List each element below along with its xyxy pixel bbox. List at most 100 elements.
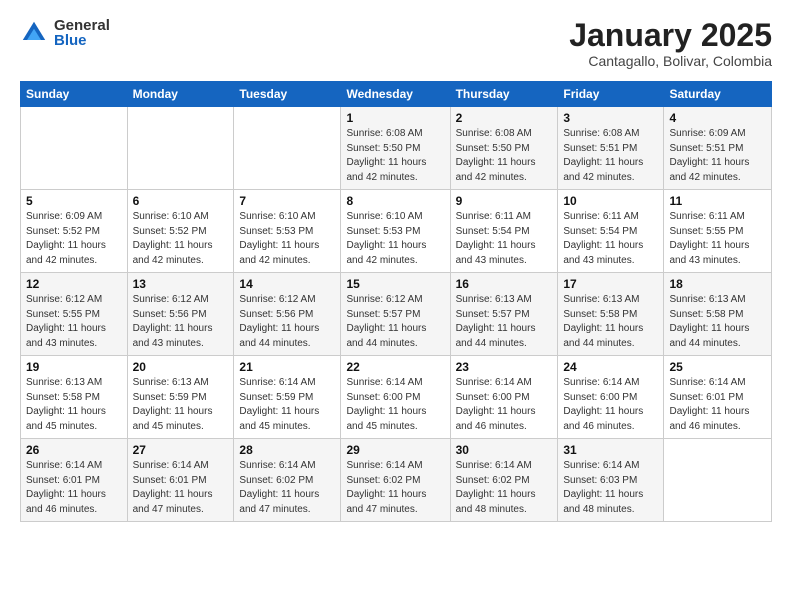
header-cell-friday: Friday bbox=[558, 82, 664, 107]
day-info: Sunrise: 6:14 AM Sunset: 6:00 PM Dayligh… bbox=[346, 376, 444, 434]
day-number: 4 bbox=[669, 111, 766, 125]
day-cell: 12 Sunrise: 6:12 AM Sunset: 5:55 PM Dayli… bbox=[21, 273, 128, 356]
day-info: Sunrise: 6:13 AM Sunset: 5:57 PM Dayligh… bbox=[456, 293, 553, 351]
day-info: Sunrise: 6:09 AM Sunset: 5:51 PM Dayligh… bbox=[669, 127, 766, 185]
day-cell: 9Sunrise: 6:11 AM Sunset: 5:54 PM Daylig… bbox=[450, 190, 558, 273]
week-row-5: 26 Sunrise: 6:14 AM Sunset: 6:01 PM Dayli… bbox=[21, 439, 772, 522]
day-info: Sunrise: 6:10 AM Sunset: 5:53 PM Dayligh… bbox=[239, 210, 335, 268]
day-info: Sunrise: 6:12 AM Sunset: 5:56 PM Dayligh… bbox=[133, 293, 229, 351]
day-info: Sunrise: 6:14 AM Sunset: 5:59 PM Dayligh… bbox=[239, 376, 335, 434]
day-number: 16 bbox=[456, 277, 553, 291]
day-info: Sunrise: 6:14 AM Sunset: 6:02 PM Dayligh… bbox=[456, 459, 553, 517]
day-number: 12 bbox=[26, 277, 122, 291]
day-cell bbox=[127, 107, 234, 190]
day-info: Sunrise: 6:14 AM Sunset: 6:01 PM Dayligh… bbox=[133, 459, 229, 517]
day-number: 6 bbox=[133, 194, 229, 208]
day-number: 3 bbox=[563, 111, 658, 125]
day-info: Sunrise: 6:12 AM Sunset: 5:55 PM Dayligh… bbox=[26, 293, 122, 351]
day-number: 7 bbox=[239, 194, 335, 208]
day-number: 21 bbox=[239, 360, 335, 374]
day-number: 17 bbox=[563, 277, 658, 291]
day-cell: 14 Sunrise: 6:12 AM Sunset: 5:56 PM Dayli… bbox=[234, 273, 341, 356]
location: Cantagallo, Bolivar, Colombia bbox=[569, 53, 772, 69]
day-number: 8 bbox=[346, 194, 444, 208]
day-info: Sunrise: 6:14 AM Sunset: 6:03 PM Dayligh… bbox=[563, 459, 658, 517]
day-cell: 4 Sunrise: 6:09 AM Sunset: 5:51 PM Daylig… bbox=[664, 107, 772, 190]
day-number: 2 bbox=[456, 111, 553, 125]
day-cell: 26 Sunrise: 6:14 AM Sunset: 6:01 PM Dayli… bbox=[21, 439, 128, 522]
day-number: 30 bbox=[456, 443, 553, 457]
week-row-3: 12 Sunrise: 6:12 AM Sunset: 5:55 PM Dayli… bbox=[21, 273, 772, 356]
day-info: Sunrise: 6:12 AM Sunset: 5:57 PM Dayligh… bbox=[346, 293, 444, 351]
day-cell: 25Sunrise: 6:14 AM Sunset: 6:01 PM Dayli… bbox=[664, 356, 772, 439]
day-info: Sunrise: 6:08 AM Sunset: 5:50 PM Dayligh… bbox=[346, 127, 444, 185]
day-cell: 13 Sunrise: 6:12 AM Sunset: 5:56 PM Dayli… bbox=[127, 273, 234, 356]
day-cell: 10Sunrise: 6:11 AM Sunset: 5:54 PM Dayli… bbox=[558, 190, 664, 273]
day-number: 31 bbox=[563, 443, 658, 457]
week-row-1: 1 Sunrise: 6:08 AM Sunset: 5:50 PM Daylig… bbox=[21, 107, 772, 190]
day-cell bbox=[664, 439, 772, 522]
day-cell: 29Sunrise: 6:14 AM Sunset: 6:02 PM Dayli… bbox=[341, 439, 450, 522]
day-cell: 23Sunrise: 6:14 AM Sunset: 6:00 PM Dayli… bbox=[450, 356, 558, 439]
day-info: Sunrise: 6:14 AM Sunset: 6:00 PM Dayligh… bbox=[456, 376, 553, 434]
day-number: 15 bbox=[346, 277, 444, 291]
day-cell bbox=[234, 107, 341, 190]
day-cell: 2 Sunrise: 6:08 AM Sunset: 5:50 PM Daylig… bbox=[450, 107, 558, 190]
day-info: Sunrise: 6:09 AM Sunset: 5:52 PM Dayligh… bbox=[26, 210, 122, 268]
day-info: Sunrise: 6:13 AM Sunset: 5:58 PM Dayligh… bbox=[669, 293, 766, 351]
day-cell: 1 Sunrise: 6:08 AM Sunset: 5:50 PM Daylig… bbox=[341, 107, 450, 190]
day-info: Sunrise: 6:14 AM Sunset: 6:01 PM Dayligh… bbox=[26, 459, 122, 517]
logo-general-text: General bbox=[54, 18, 110, 33]
day-cell: 3 Sunrise: 6:08 AM Sunset: 5:51 PM Daylig… bbox=[558, 107, 664, 190]
day-cell: 8 Sunrise: 6:10 AM Sunset: 5:53 PM Daylig… bbox=[341, 190, 450, 273]
day-cell: 15 Sunrise: 6:12 AM Sunset: 5:57 PM Dayli… bbox=[341, 273, 450, 356]
header-cell-thursday: Thursday bbox=[450, 82, 558, 107]
day-number: 13 bbox=[133, 277, 229, 291]
title-block: January 2025 Cantagallo, Bolivar, Colomb… bbox=[569, 18, 772, 69]
day-info: Sunrise: 6:14 AM Sunset: 6:02 PM Dayligh… bbox=[239, 459, 335, 517]
day-cell: 5 Sunrise: 6:09 AM Sunset: 5:52 PM Daylig… bbox=[21, 190, 128, 273]
day-number: 14 bbox=[239, 277, 335, 291]
day-info: Sunrise: 6:10 AM Sunset: 5:53 PM Dayligh… bbox=[346, 210, 444, 268]
day-number: 11 bbox=[669, 194, 766, 208]
page: General Blue January 2025 Cantagallo, Bo… bbox=[0, 0, 792, 612]
day-number: 20 bbox=[133, 360, 229, 374]
day-number: 19 bbox=[26, 360, 122, 374]
day-cell: 27 Sunrise: 6:14 AM Sunset: 6:01 PM Dayli… bbox=[127, 439, 234, 522]
day-cell: 16 Sunrise: 6:13 AM Sunset: 5:57 PM Dayli… bbox=[450, 273, 558, 356]
day-info: Sunrise: 6:08 AM Sunset: 5:50 PM Dayligh… bbox=[456, 127, 553, 185]
day-info: Sunrise: 6:08 AM Sunset: 5:51 PM Dayligh… bbox=[563, 127, 658, 185]
day-number: 25 bbox=[669, 360, 766, 374]
day-number: 9 bbox=[456, 194, 553, 208]
day-cell: 11Sunrise: 6:11 AM Sunset: 5:55 PM Dayli… bbox=[664, 190, 772, 273]
header: General Blue January 2025 Cantagallo, Bo… bbox=[20, 18, 772, 69]
day-cell: 20Sunrise: 6:13 AM Sunset: 5:59 PM Dayli… bbox=[127, 356, 234, 439]
day-number: 28 bbox=[239, 443, 335, 457]
header-cell-sunday: Sunday bbox=[21, 82, 128, 107]
day-cell: 22Sunrise: 6:14 AM Sunset: 6:00 PM Dayli… bbox=[341, 356, 450, 439]
logo-text: General Blue bbox=[54, 18, 110, 48]
day-cell: 18 Sunrise: 6:13 AM Sunset: 5:58 PM Dayli… bbox=[664, 273, 772, 356]
day-number: 27 bbox=[133, 443, 229, 457]
header-cell-monday: Monday bbox=[127, 82, 234, 107]
day-number: 18 bbox=[669, 277, 766, 291]
day-number: 1 bbox=[346, 111, 444, 125]
day-cell: 24 Sunrise: 6:14 AM Sunset: 6:00 PM Dayli… bbox=[558, 356, 664, 439]
day-info: Sunrise: 6:10 AM Sunset: 5:52 PM Dayligh… bbox=[133, 210, 229, 268]
day-number: 26 bbox=[26, 443, 122, 457]
day-info: Sunrise: 6:14 AM Sunset: 6:02 PM Dayligh… bbox=[346, 459, 444, 517]
header-cell-wednesday: Wednesday bbox=[341, 82, 450, 107]
day-number: 5 bbox=[26, 194, 122, 208]
day-info: Sunrise: 6:14 AM Sunset: 6:00 PM Dayligh… bbox=[563, 376, 658, 434]
header-row: SundayMondayTuesdayWednesdayThursdayFrid… bbox=[21, 82, 772, 107]
day-cell: 31 Sunrise: 6:14 AM Sunset: 6:03 PM Dayli… bbox=[558, 439, 664, 522]
month-title: January 2025 bbox=[569, 18, 772, 53]
day-cell: 30 Sunrise: 6:14 AM Sunset: 6:02 PM Dayli… bbox=[450, 439, 558, 522]
day-cell: 6 Sunrise: 6:10 AM Sunset: 5:52 PM Daylig… bbox=[127, 190, 234, 273]
week-row-2: 5 Sunrise: 6:09 AM Sunset: 5:52 PM Daylig… bbox=[21, 190, 772, 273]
day-info: Sunrise: 6:13 AM Sunset: 5:58 PM Dayligh… bbox=[563, 293, 658, 351]
day-number: 10 bbox=[563, 194, 658, 208]
day-number: 24 bbox=[563, 360, 658, 374]
day-info: Sunrise: 6:12 AM Sunset: 5:56 PM Dayligh… bbox=[239, 293, 335, 351]
day-cell: 28 Sunrise: 6:14 AM Sunset: 6:02 PM Dayli… bbox=[234, 439, 341, 522]
